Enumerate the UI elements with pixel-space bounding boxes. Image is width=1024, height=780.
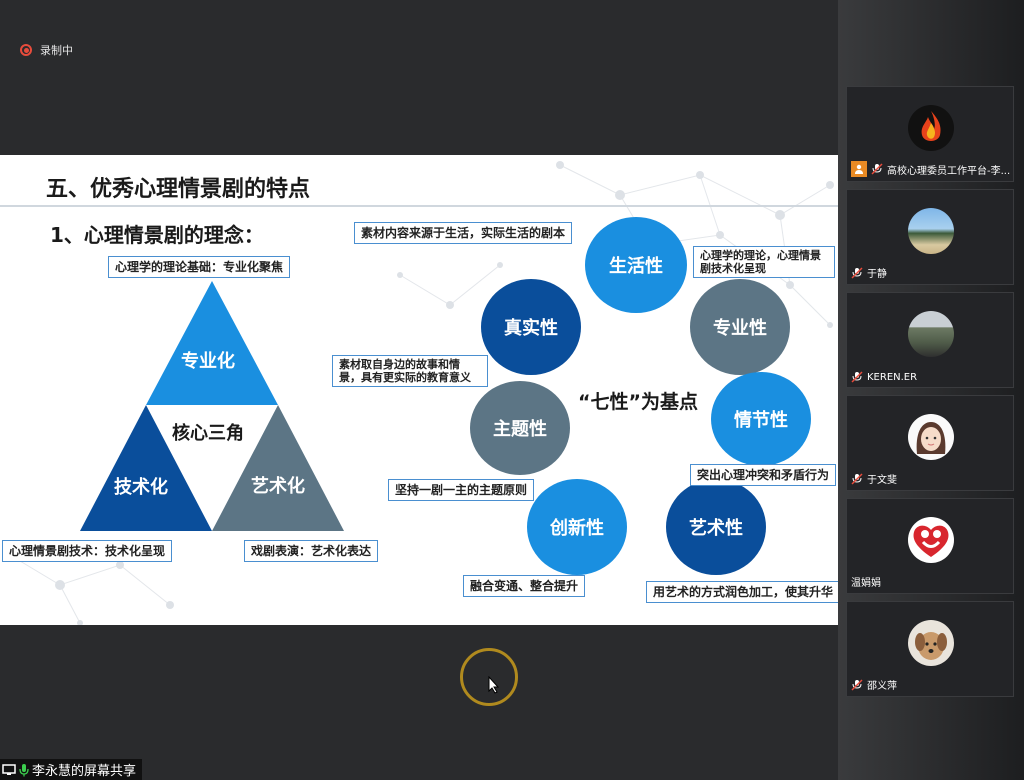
dog-photo-avatar bbox=[908, 620, 954, 666]
screen-share-bar[interactable]: 李永慧的屏幕共享 bbox=[0, 759, 143, 780]
beach-photo-avatar bbox=[908, 208, 954, 254]
circle-zhenshi: 真实性 bbox=[481, 279, 581, 375]
slide-title: 五、优秀心理情景剧的特点 bbox=[46, 177, 311, 202]
mouse-cursor-icon bbox=[488, 676, 500, 694]
participant-name: 邵义萍 bbox=[867, 681, 897, 692]
heart-logo-avatar bbox=[908, 517, 954, 563]
triangle-center-text: 核心三角 bbox=[172, 423, 244, 444]
triangle-right-text: 艺术化 bbox=[251, 476, 305, 497]
triangle-left-text: 技术化 bbox=[114, 477, 168, 498]
note-shenghuo: 素材内容来源于生活，实际生活的剧本 bbox=[354, 222, 573, 244]
microphone-icon bbox=[19, 763, 29, 776]
note-zhuanye: 心理学的理论，心理情景剧技术化呈现 bbox=[693, 246, 835, 278]
circle-yishu: 艺术性 bbox=[666, 479, 766, 575]
host-user-icon bbox=[851, 161, 867, 177]
muted-microphone-icon bbox=[851, 266, 863, 279]
participant-name: 于文斐 bbox=[867, 475, 897, 486]
screen-share-icon bbox=[2, 763, 16, 775]
circle-zhuanye-text: 专业性 bbox=[713, 318, 767, 339]
building-photo-avatar bbox=[908, 311, 954, 357]
seven-traits-center-text: “七性”为基点 bbox=[578, 391, 698, 413]
triangle-right-label: 戏剧表演：艺术化表达 bbox=[244, 540, 379, 562]
circle-zhuanye: 专业性 bbox=[690, 279, 790, 375]
presentation-slide: 五、优秀心理情景剧的特点 1、心理情景剧的理念： 心理学的理论基础：专业化聚焦 … bbox=[0, 155, 838, 625]
recording-label: 录制中 bbox=[40, 44, 73, 57]
participant-name: 高校心理委员工作平台-李... bbox=[887, 165, 1011, 177]
participant-name-row: 温娟娟 bbox=[851, 574, 881, 589]
participant-name: 于静 bbox=[867, 269, 887, 280]
participant-name-row: 高校心理委员工作平台-李... bbox=[851, 161, 1010, 177]
record-icon bbox=[20, 44, 32, 56]
slide-subtitle: 1、心理情景剧的理念： bbox=[50, 223, 264, 247]
triangle-top-text: 专业化 bbox=[181, 351, 235, 372]
participant-tile[interactable]: 于文斐 bbox=[846, 395, 1014, 491]
muted-microphone-icon bbox=[851, 472, 863, 485]
triangle-top-label: 心理学的理论基础：专业化聚焦 bbox=[108, 256, 291, 278]
circle-chuangxin: 创新性 bbox=[527, 479, 627, 575]
participant-name-row: KEREN.ER bbox=[851, 371, 917, 383]
muted-microphone-icon bbox=[871, 163, 883, 175]
participant-name-row: 于静 bbox=[851, 265, 887, 280]
recording-indicator: 录制中 bbox=[20, 42, 73, 58]
note-zhuti: 坚持一剧一主的主题原则 bbox=[388, 479, 535, 501]
flame-logo-avatar bbox=[908, 105, 954, 151]
participant-tile[interactable]: 于静 bbox=[846, 189, 1014, 285]
circle-zhenshi-text: 真实性 bbox=[504, 318, 558, 339]
circle-shenghuo: 生活性 bbox=[585, 217, 687, 313]
participant-name-row: 于文斐 bbox=[851, 471, 897, 486]
note-yishu: 用艺术的方式润色加工，使其升华 bbox=[646, 581, 838, 603]
participant-tile[interactable]: 高校心理委员工作平台-李... bbox=[846, 86, 1014, 182]
circle-yishu-text: 艺术性 bbox=[689, 518, 743, 539]
circle-zhuti-text: 主题性 bbox=[493, 419, 547, 440]
circle-zhuti: 主题性 bbox=[470, 381, 570, 475]
muted-microphone-icon bbox=[851, 371, 863, 383]
participant-name: 温娟娟 bbox=[851, 578, 881, 589]
circle-qingjie-text: 情节性 bbox=[734, 410, 788, 431]
cartoon-girl-avatar bbox=[908, 414, 954, 460]
participant-name: KEREN.ER bbox=[867, 371, 918, 383]
screen-share-label: 李永慧的屏幕共享 bbox=[32, 764, 137, 779]
circle-shenghuo-text: 生活性 bbox=[609, 256, 663, 277]
triangle-left-label: 心理情景剧技术：技术化呈现 bbox=[2, 540, 173, 562]
title-divider bbox=[0, 205, 838, 207]
participant-tile[interactable]: 温娟娟 bbox=[846, 498, 1014, 594]
note-qingjie: 突出心理冲突和矛盾行为 bbox=[690, 464, 837, 486]
participant-tile[interactable]: KEREN.ER bbox=[846, 292, 1014, 388]
note-chuangxin: 融合变通、整合提升 bbox=[463, 575, 586, 597]
shared-screen-stage: 录制中 五、优秀心理情景剧的特点 1、心理情景剧的理念： 心理学的理论基础：专业… bbox=[0, 0, 838, 780]
circle-qingjie: 情节性 bbox=[711, 372, 811, 466]
muted-microphone-icon bbox=[851, 678, 863, 691]
participant-name-row: 邵义萍 bbox=[851, 677, 897, 692]
note-zhenshi: 素材取自身边的故事和情景，具有更实际的教育意义 bbox=[332, 355, 488, 387]
circle-chuangxin-text: 创新性 bbox=[550, 518, 604, 539]
participant-tile[interactable]: 邵义萍 bbox=[846, 601, 1014, 697]
